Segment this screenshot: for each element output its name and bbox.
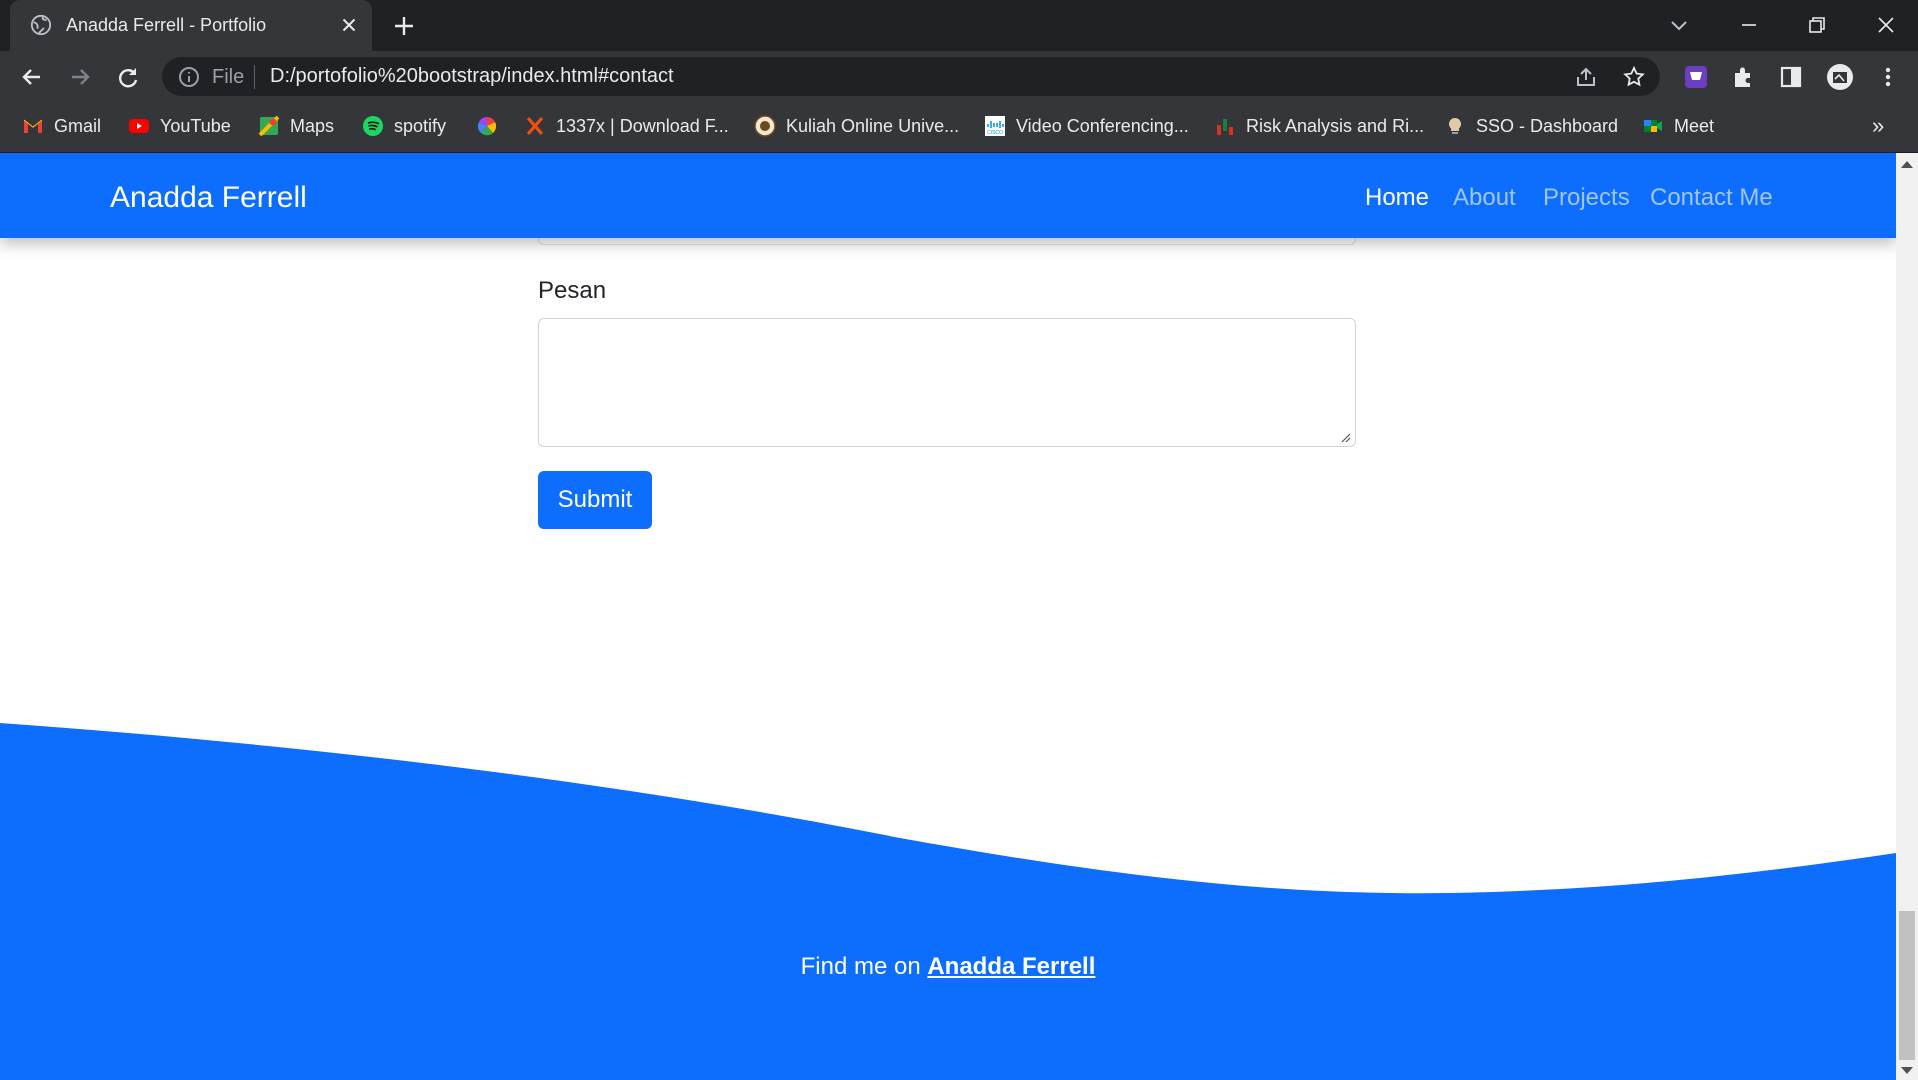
bookmarks-bar: Gmail YouTube Maps spotify 1337x | Downl… — [0, 101, 1918, 153]
extension-shield-icon[interactable] — [1682, 63, 1710, 91]
resize-handle-icon[interactable] — [1339, 431, 1351, 443]
gmail-icon — [23, 119, 43, 133]
profile-avatar-icon[interactable] — [1826, 63, 1854, 91]
minimize-icon[interactable] — [1734, 10, 1764, 40]
reload-icon[interactable] — [114, 63, 142, 91]
bookmark-maps[interactable]: Maps — [258, 113, 334, 139]
scroll-thumb[interactable] — [1899, 911, 1915, 1060]
page-viewport: Anadda Ferrell Home About Projects Conta… — [0, 153, 1896, 1080]
share-icon[interactable] — [1574, 65, 1598, 89]
scroll-up-arrow-icon[interactable] — [1901, 161, 1913, 168]
page-scrollbar[interactable] — [1896, 153, 1918, 1080]
pinwheel-icon — [477, 117, 497, 136]
footer-wave — [0, 723, 1896, 1080]
info-icon[interactable] — [178, 66, 200, 88]
message-textarea[interactable] — [538, 318, 1356, 447]
chart-icon — [1217, 119, 1233, 135]
bookmark-kuliah[interactable]: Kuliah Online Unive... — [754, 113, 959, 139]
submit-button[interactable]: Submit — [538, 471, 652, 529]
tab-search-icon[interactable] — [1664, 10, 1694, 40]
nav-about[interactable]: About — [1453, 184, 1516, 212]
forward-icon[interactable] — [66, 63, 94, 91]
x-icon — [526, 116, 544, 136]
nav-contact-me[interactable]: Contact Me — [1650, 184, 1773, 212]
plus-icon[interactable] — [392, 14, 416, 38]
bookmark-video-conferencing[interactable]: CISCO Video Conferencing... — [984, 113, 1189, 139]
bookmark-youtube[interactable]: YouTube — [128, 113, 231, 139]
star-icon[interactable] — [1622, 65, 1646, 89]
globe-icon — [30, 14, 52, 36]
bookmark-gmail[interactable]: Gmail — [22, 113, 101, 139]
cisco-icon: CISCO — [985, 116, 1005, 136]
puzzle-icon[interactable] — [1730, 63, 1758, 91]
bookmark-risk-analysis[interactable]: Risk Analysis and Ri... — [1214, 113, 1424, 139]
meet-icon — [1644, 120, 1662, 132]
close-icon[interactable] — [338, 14, 360, 36]
restore-icon[interactable] — [1802, 10, 1832, 40]
nav-home[interactable]: Home — [1365, 184, 1429, 212]
more-bookmarks-button[interactable]: » — [1872, 113, 1884, 139]
nav-projects[interactable]: Projects — [1543, 184, 1630, 212]
spotify-icon — [363, 116, 383, 136]
url-text[interactable]: D:/portofolio%20bootstrap/index.html#con… — [270, 65, 674, 88]
browser-tab[interactable]: Anadda Ferrell - Portfolio — [10, 0, 372, 51]
tab-title: Anadda Ferrell - Portfolio — [66, 15, 267, 35]
message-label: Pesan — [538, 277, 607, 304]
bookmark-meet[interactable]: Meet — [1642, 113, 1714, 139]
bookmark-spotify[interactable]: spotify — [362, 113, 446, 139]
site-navbar: Anadda Ferrell Home About Projects Conta… — [0, 153, 1896, 238]
footer-prefix: Find me on — [800, 953, 928, 980]
youtube-icon — [129, 119, 149, 133]
scroll-down-arrow-icon[interactable] — [1901, 1067, 1913, 1074]
footer-text: Find me on Anadda Ferrell — [0, 953, 1896, 981]
browser-toolbar: File D:/portofolio%20bootstrap/index.htm… — [0, 51, 1918, 101]
divider — [254, 65, 255, 89]
back-icon[interactable] — [18, 63, 46, 91]
university-seal-icon — [754, 115, 776, 137]
bookmark-1337x[interactable]: 1337x | Download F... — [524, 113, 729, 139]
tab-strip: Anadda Ferrell - Portfolio — [0, 0, 1918, 51]
bulb-icon — [1448, 117, 1462, 134]
side-panel-icon[interactable] — [1777, 63, 1805, 91]
address-bar[interactable]: File D:/portofolio%20bootstrap/index.htm… — [162, 57, 1660, 96]
maps-icon — [258, 115, 280, 137]
menu-kebab-icon[interactable] — [1874, 63, 1902, 91]
svg-text:CISCO: CISCO — [987, 130, 1003, 136]
close-icon[interactable] — [1871, 10, 1901, 40]
footer-link[interactable]: Anadda Ferrell — [927, 953, 1095, 980]
bookmark-sso-dashboard[interactable]: SSO - Dashboard — [1444, 113, 1618, 139]
scheme-label: File — [212, 66, 245, 88]
navbar-brand[interactable]: Anadda Ferrell — [110, 181, 307, 215]
bookmark-pinwheel[interactable] — [476, 113, 498, 139]
